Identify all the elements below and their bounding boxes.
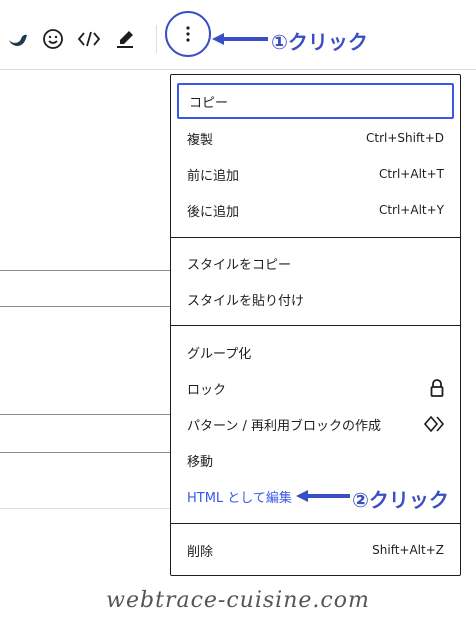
editor-line	[0, 270, 172, 271]
editor-line	[0, 414, 172, 415]
menu-item-delete[interactable]: 削除 Shift+Alt+Z	[177, 532, 454, 568]
wave-icon[interactable]	[3, 24, 33, 54]
pattern-icon	[424, 416, 444, 432]
editor-line	[0, 306, 172, 307]
menu-divider	[171, 325, 460, 326]
annotation-step1: ①クリック	[271, 30, 368, 54]
menu-item-create-pattern[interactable]: パターン / 再利用ブロックの作成	[177, 406, 454, 442]
more-vertical-icon[interactable]	[173, 19, 203, 49]
menu-item-insert-after[interactable]: 後に追加 Ctrl+Alt+Y	[177, 192, 454, 228]
menu-item-lock[interactable]: ロック	[177, 370, 454, 406]
menu-item-group[interactable]: グループ化	[177, 334, 454, 370]
menu-divider	[171, 523, 460, 524]
annotation-arrow-1	[212, 33, 268, 45]
watermark: webtrace-cuisine.com	[106, 588, 370, 613]
code-icon[interactable]	[74, 24, 104, 54]
toolbar-separator	[156, 25, 157, 53]
menu-item-move[interactable]: 移動	[177, 442, 454, 478]
lock-icon	[430, 379, 444, 397]
editor-divider	[0, 508, 172, 509]
menu-item-duplicate[interactable]: 複製 Ctrl+Shift+D	[177, 120, 454, 156]
menu-item-copy-styles[interactable]: スタイルをコピー	[177, 245, 454, 281]
menu-item-paste-styles[interactable]: スタイルを貼り付け	[177, 281, 454, 317]
editor-line	[0, 452, 172, 453]
menu-divider	[171, 237, 460, 238]
smiley-icon[interactable]	[38, 24, 68, 54]
menu-item-copy[interactable]: コピー	[177, 83, 454, 119]
highlighter-icon[interactable]	[110, 24, 140, 54]
annotation-arrow-2	[296, 490, 350, 502]
annotation-step2: ②クリック	[352, 488, 449, 512]
menu-item-insert-before[interactable]: 前に追加 Ctrl+Alt+T	[177, 156, 454, 192]
